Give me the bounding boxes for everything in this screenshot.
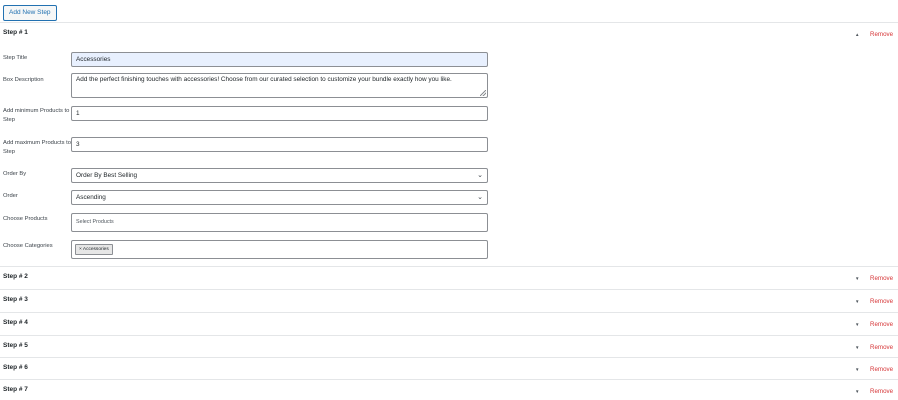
step-2-header[interactable]: Step # 2 ▼ Remove (0, 266, 898, 289)
remove-step-link[interactable]: Remove (870, 31, 893, 38)
remove-step-link[interactable]: Remove (870, 298, 893, 305)
steps-editor: Add New Step Step # 1 ▲ Remove Step Titl… (0, 0, 898, 400)
order-by-select[interactable]: Order By Best Selling ⌄ (71, 168, 488, 183)
remove-step-link[interactable]: Remove (870, 388, 893, 395)
max-products-input[interactable]: 3 (71, 137, 488, 152)
min-products-input[interactable]: 1 (71, 106, 488, 121)
step-title: Step # 6 (3, 364, 28, 371)
box-description-textarea[interactable]: Add the perfect finishing touches with a… (71, 73, 488, 98)
order-label: Order (3, 193, 18, 199)
chevron-down-icon: ⌄ (477, 194, 483, 201)
order-by-value: Order By Best Selling (76, 172, 138, 179)
order-by-label: Order By (3, 171, 27, 177)
remove-step-link[interactable]: Remove (870, 344, 893, 351)
step-5-header[interactable]: Step # 5 ▼ Remove (0, 335, 898, 358)
chevron-down-icon[interactable]: ▼ (855, 367, 859, 372)
step-title: Step # 3 (3, 296, 28, 303)
step-7-header[interactable]: Step # 7 ▼ Remove (0, 379, 898, 400)
step-6-header[interactable]: Step # 6 ▼ Remove (0, 357, 898, 380)
choose-products-input[interactable]: Select Products (71, 213, 488, 232)
step-4-header[interactable]: Step # 4 ▼ Remove (0, 312, 898, 335)
step-title: Step # 4 (3, 319, 28, 326)
chevron-down-icon[interactable]: ▼ (855, 389, 859, 394)
chevron-down-icon[interactable]: ▼ (855, 322, 859, 327)
chevron-up-icon[interactable]: ▲ (855, 32, 859, 37)
remove-step-link[interactable]: Remove (870, 275, 893, 282)
chevron-down-icon: ⌄ (477, 172, 483, 179)
order-select[interactable]: Ascending ⌄ (71, 190, 488, 205)
step-title-input[interactable]: Accessories (71, 52, 488, 67)
box-description-text: Add the perfect finishing touches with a… (76, 76, 452, 83)
step-title: Step # 1 (3, 29, 28, 36)
resize-handle-icon[interactable] (480, 90, 486, 96)
step-title-label: Step Title (3, 55, 28, 61)
choose-products-label: Choose Products (3, 216, 48, 222)
choose-categories-input[interactable]: × Accessories (71, 240, 488, 259)
order-value: Ascending (76, 194, 106, 201)
choose-categories-label: Choose Categories (3, 243, 53, 249)
chevron-down-icon[interactable]: ▼ (855, 299, 859, 304)
step-1-header[interactable]: Step # 1 ▲ Remove (0, 22, 898, 45)
step-3-header[interactable]: Step # 3 ▼ Remove (0, 289, 898, 312)
step-title: Step # 7 (3, 386, 28, 393)
add-new-step-button[interactable]: Add New Step (3, 5, 57, 21)
chevron-down-icon[interactable]: ▼ (855, 345, 859, 350)
min-products-label: Add minimum Products to Step (3, 108, 70, 123)
step-title: Step # 2 (3, 273, 28, 280)
remove-step-link[interactable]: Remove (870, 366, 893, 373)
box-description-label: Box Description (3, 77, 44, 83)
remove-step-link[interactable]: Remove (870, 321, 893, 328)
step-title: Step # 5 (3, 342, 28, 349)
max-products-label: Add maximum Products to Step (3, 140, 71, 155)
category-tag-accessories[interactable]: × Accessories (75, 244, 113, 255)
chevron-down-icon[interactable]: ▼ (855, 276, 859, 281)
